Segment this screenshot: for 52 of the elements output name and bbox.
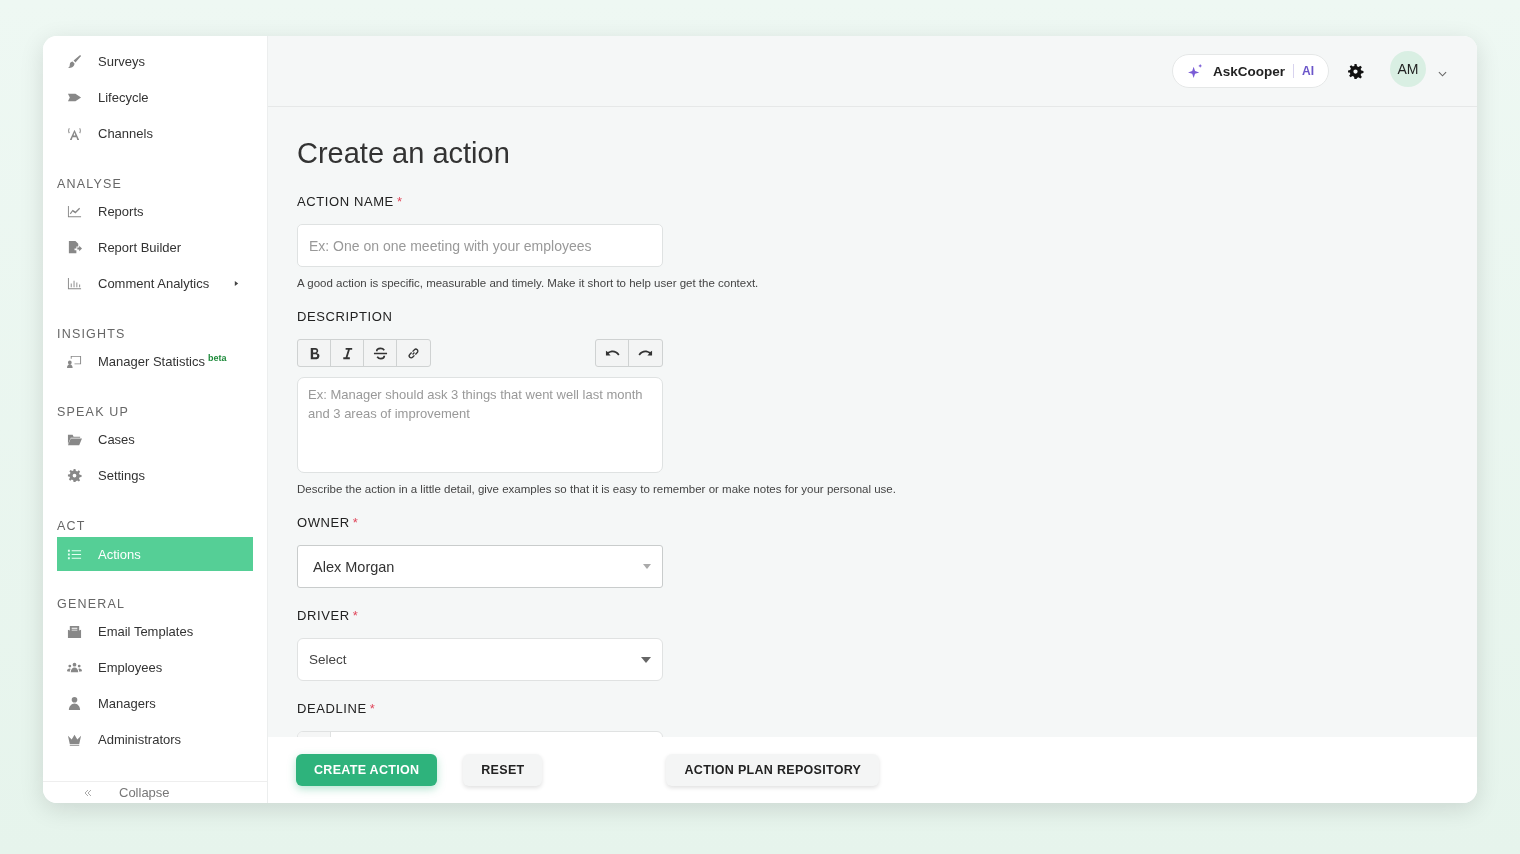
sidebar-item[interactable]: Reports <box>57 193 253 229</box>
sidebar-item[interactable]: Surveys <box>57 43 253 79</box>
envelope-icon <box>67 623 82 639</box>
sidebar-item[interactable]: Lifecycle <box>57 79 253 115</box>
page-title: Create an action <box>297 137 511 170</box>
monitor-icon <box>67 353 82 369</box>
strikethrough-icon <box>372 345 388 361</box>
sparkle-icon <box>1188 63 1203 79</box>
sidebar-item[interactable]: Settings <box>57 457 253 493</box>
dropdown-caret-icon <box>641 656 651 663</box>
avatar[interactable]: AM <box>1390 51 1426 87</box>
sidebar-item[interactable]: Channels <box>57 115 253 151</box>
field-label: DRIVER * <box>297 608 360 623</box>
gear-icon <box>67 467 82 483</box>
description-field[interactable]: Ex: Manager should ask 3 things that went well last month and 3 areas of improvement <box>297 377 663 473</box>
collapse-button[interactable]: Collapse <box>43 781 267 803</box>
text-field[interactable]: Ex: One on one meeting with your employees <box>297 224 663 267</box>
help-text: Describe the action in a little detail, give examples so that it is easy to remember or make notes for your personal use. <box>297 482 896 497</box>
field-label: ACTION NAME * <box>297 194 404 209</box>
link-icon <box>406 345 421 361</box>
sidebar-item[interactable]: Comment Analytics <box>57 265 253 301</box>
line-chart-icon <box>67 203 82 219</box>
field-label: DESCRIPTION <box>297 309 394 324</box>
sidebar-item[interactable]: Employees <box>57 649 253 685</box>
person-icon <box>67 695 82 711</box>
dropdown[interactable]: Select <box>297 638 663 681</box>
bar-chart-icon <box>67 275 82 291</box>
dropdown[interactable]: Alex Morgan <box>297 545 663 588</box>
sidebar-item[interactable]: Report Builder <box>57 229 253 265</box>
section-heading: INSIGHTS <box>57 326 127 343</box>
field-label: OWNER * <box>297 515 360 530</box>
double-chevron-icon <box>83 787 93 798</box>
brush-icon <box>67 53 82 69</box>
sidebar-item[interactable]: Email Templates <box>57 613 253 649</box>
secondary-button[interactable]: ACTION PLAN REPOSITORY <box>666 754 880 786</box>
help-text: A good action is specific, measurable and timely. Make it short to help user get the context. <box>297 276 759 291</box>
settings-icon[interactable] <box>1347 62 1364 80</box>
chevron-down-icon[interactable] <box>1438 71 1447 77</box>
sidebar-item[interactable]: Administrators <box>57 721 253 757</box>
dropdown-caret-icon <box>643 564 651 569</box>
assistant-button[interactable]: AskCooper AI <box>1172 54 1329 88</box>
field-label: DEADLINE * <box>297 701 377 716</box>
section-heading: SPEAK UP <box>57 404 131 421</box>
document-icon <box>67 239 82 255</box>
section-heading: ANALYSE <box>57 176 124 193</box>
secondary-button[interactable]: RESET <box>463 754 543 786</box>
antenna-icon <box>67 125 82 141</box>
section-heading: ACT <box>57 518 87 535</box>
sidebar-item[interactable]: Managers <box>57 685 253 721</box>
sidebar-item[interactable]: Manager Statistics $^{beta}$ <box>57 343 253 379</box>
sidebar-item[interactable]: Cases <box>57 421 253 457</box>
section-heading: GENERAL <box>57 596 127 613</box>
